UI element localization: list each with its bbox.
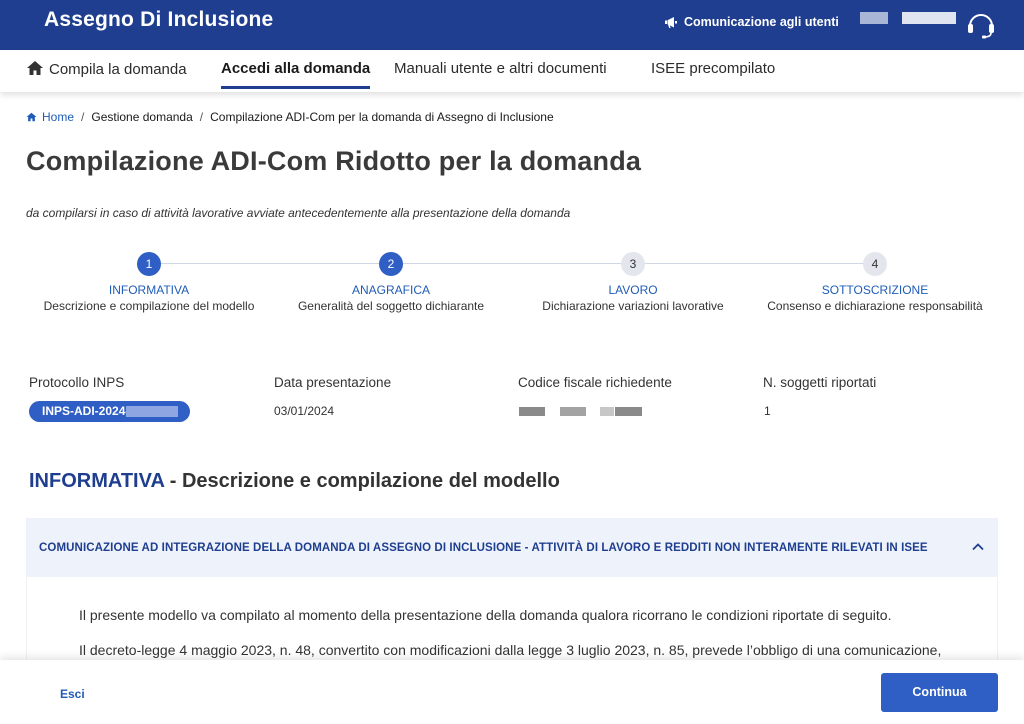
step-lavoro: 3 LAVORO Dichiarazione variazioni lavora…: [513, 252, 753, 313]
date-label: Data presentazione: [274, 375, 392, 390]
footer-action-bar: Esci Continua: [0, 660, 1024, 724]
breadcrumb: Home / Gestione domanda / Compilazione A…: [26, 110, 554, 124]
subjects-value: 1: [764, 404, 771, 418]
breadcrumb-gestione-domanda[interactable]: Gestione domanda: [91, 110, 192, 124]
date-value: 03/01/2024: [274, 404, 335, 418]
step-description: Consenso e dichiarazione responsabilità: [767, 299, 983, 313]
headset-icon[interactable]: [964, 6, 998, 40]
page-subtitle: da compilarsi in caso di attività lavora…: [26, 206, 571, 220]
nav-label: Compila la domanda: [49, 61, 187, 78]
step-title: LAVORO: [608, 283, 658, 297]
fiscal-code-redacted: [560, 407, 586, 416]
breadcrumb-home-label: Home: [42, 110, 75, 124]
breadcrumb-current: Compilazione ADI-Com per la domanda di A…: [210, 110, 554, 124]
step-description: Generalità del soggetto dichiarante: [297, 299, 485, 313]
section-heading: INFORMATIVA - Descrizione e compilazione…: [29, 470, 560, 493]
communication-label: Comunicazione agli utenti: [684, 15, 839, 29]
step-sottoscrizione: 4 SOTTOSCRIZIONE Consenso e dichiarazion…: [755, 252, 995, 313]
nav-accedi-domanda[interactable]: Accedi alla domanda: [221, 60, 371, 89]
communication-link[interactable]: Comunicazione agli utenti: [664, 15, 839, 29]
accordion-body: Il presente modello va compilato al mome…: [26, 577, 998, 667]
page-title: Compilazione ADI-Com Ridotto per la doma…: [26, 146, 642, 176]
step-title: SOTTOSCRIZIONE: [821, 283, 929, 297]
step-title: ANAGRAFICA: [351, 283, 430, 297]
breadcrumb-separator: /: [199, 110, 204, 124]
main-navigation: Compila la domanda Accedi alla domanda M…: [0, 50, 1024, 92]
step-description: Dichiarazione variazioni lavorative: [542, 299, 724, 313]
step-anagrafica: 2 ANAGRAFICA Generalità del soggetto dic…: [271, 252, 511, 313]
accordion-paragraph: Il presente modello va compilato al mome…: [79, 607, 892, 623]
section-heading-rest: - Descrizione e compilazione del modello: [164, 470, 560, 492]
nav-manuali[interactable]: Manuali utente e altri documenti: [394, 60, 607, 77]
home-icon: [27, 61, 43, 75]
step-title: INFORMATIVA: [108, 283, 190, 297]
app-title[interactable]: Assegno Di Inclusione: [44, 8, 273, 32]
breadcrumb-home[interactable]: Home: [26, 110, 74, 124]
nav-isee-precompilato[interactable]: ISEE precompilato: [651, 60, 775, 77]
step-number: 4: [863, 252, 887, 276]
user-name-redacted: [860, 12, 888, 24]
user-surname-redacted: [902, 12, 956, 24]
fiscal-code-redacted: [615, 407, 642, 416]
fiscal-code-redacted: [600, 407, 614, 416]
megaphone-icon: [665, 16, 677, 28]
step-number: 3: [621, 252, 645, 276]
subjects-label: N. soggetti riportati: [763, 375, 877, 390]
step-informativa: 1 INFORMATIVA Descrizione e compilazione…: [29, 252, 269, 313]
section-heading-accent: INFORMATIVA: [29, 470, 165, 492]
nav-compila-domanda[interactable]: Compila la domanda: [26, 60, 187, 78]
accordion-header[interactable]: COMUNICAZIONE AD INTEGRAZIONE DELLA DOMA…: [26, 518, 998, 577]
step-number: 1: [137, 252, 161, 276]
protocol-label: Protocollo INPS: [29, 375, 125, 390]
step-number: 2: [379, 252, 403, 276]
accordion-title: COMUNICAZIONE AD INTEGRAZIONE DELLA DOMA…: [39, 542, 928, 554]
exit-link[interactable]: Esci: [60, 687, 85, 701]
top-header-bar: Assegno Di Inclusione Comunicazione agli…: [0, 0, 1024, 50]
fiscal-code-redacted: [519, 407, 545, 416]
protocol-redacted: [126, 406, 178, 417]
step-description: Descrizione e compilazione del modello: [43, 299, 255, 313]
continue-button[interactable]: Continua: [881, 673, 998, 712]
breadcrumb-separator: /: [81, 110, 85, 124]
chevron-up-icon[interactable]: [970, 539, 986, 555]
home-icon: [26, 112, 37, 122]
fiscal-code-label: Codice fiscale richiedente: [518, 375, 672, 390]
accordion-paragraph: Il decreto-legge 4 maggio 2023, n. 48, c…: [79, 642, 942, 658]
